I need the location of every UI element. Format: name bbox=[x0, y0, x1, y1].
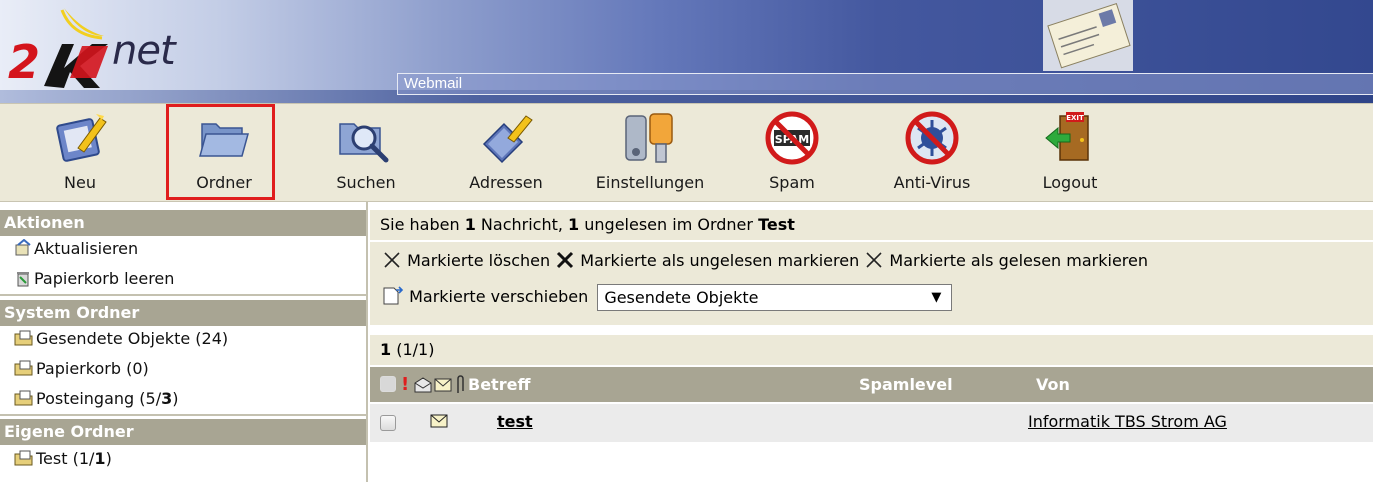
compose-icon bbox=[56, 114, 107, 162]
message-subject-link[interactable]: test bbox=[497, 412, 533, 431]
toolbar-button-settings[interactable]: Einstellungen bbox=[580, 104, 720, 201]
select-all-checkbox[interactable] bbox=[380, 376, 396, 392]
message-list-panel: Sie haben 1 Nachricht, 1 ungelesen im Or… bbox=[370, 202, 1373, 482]
selected-highlight bbox=[166, 104, 275, 200]
logo-text: net bbox=[112, 28, 176, 74]
sidebar: Aktionen Aktualisieren Papierkorb leeren… bbox=[0, 202, 368, 482]
antivirus-icon bbox=[905, 111, 959, 165]
toolbar-button-logout[interactable]: EXIT Logout bbox=[1030, 104, 1110, 201]
mail-folder-icon bbox=[14, 390, 33, 406]
search-icon bbox=[339, 123, 389, 163]
chevron-down-icon: ▼ bbox=[931, 290, 942, 305]
mark-unread-link[interactable]: Markierte als ungelesen markieren bbox=[555, 251, 864, 270]
unread-envelope-icon bbox=[430, 414, 448, 428]
message-count: 1 bbox=[464, 215, 476, 234]
sidebar-section-own-folders: Eigene Ordner bbox=[0, 419, 366, 445]
folder-name: Gesendete Objekte bbox=[36, 329, 191, 348]
sidebar-action-refresh[interactable]: Aktualisieren bbox=[14, 238, 138, 260]
toolbar-label: Suchen bbox=[336, 173, 396, 192]
folder-name: Posteingang bbox=[36, 389, 135, 408]
priority-icon[interactable]: ! bbox=[401, 367, 409, 402]
folder-count: (5/3) bbox=[139, 389, 179, 408]
toolbar-button-addresses[interactable]: Adressen bbox=[456, 104, 556, 201]
svg-text:2: 2 bbox=[8, 35, 40, 89]
trash-icon bbox=[17, 272, 29, 287]
message-list-header: ! Betreff Spamlevel Von bbox=[370, 367, 1373, 402]
message-row[interactable]: test Informatik TBS Strom AG bbox=[370, 404, 1373, 442]
sidebar-section-actions: Aktionen bbox=[0, 210, 366, 236]
close-icon bbox=[557, 251, 574, 269]
close-icon bbox=[384, 252, 400, 268]
main-toolbar: Neu Ordner Suchen Adressen Einstellungen… bbox=[0, 103, 1373, 202]
bulk-actions-row: Markierte löschen Markierte als ungelese… bbox=[382, 250, 1148, 270]
mail-folder-icon bbox=[14, 330, 33, 346]
address-book-icon bbox=[482, 115, 533, 164]
sidebar-action-empty-trash[interactable]: Papierkorb leeren bbox=[14, 268, 174, 290]
folder-count: (24) bbox=[195, 329, 229, 348]
toolbar-label: Adressen bbox=[469, 173, 543, 192]
bulk-actions-box: Markierte löschen Markierte als ungelese… bbox=[370, 242, 1373, 325]
sidebar-section-system-folders: System Ordner bbox=[0, 300, 366, 326]
mark-read-link[interactable]: Markierte als gelesen markieren bbox=[864, 251, 1148, 270]
column-spamlevel[interactable]: Spamlevel bbox=[859, 367, 953, 402]
toolbar-label: Logout bbox=[1042, 173, 1098, 192]
toolbar-label: Neu bbox=[64, 173, 96, 192]
folder-name: Papierkorb bbox=[36, 359, 121, 378]
folder-status-bar: Sie haben 1 Nachricht, 1 ungelesen im Or… bbox=[370, 210, 1373, 240]
svg-text:EXIT: EXIT bbox=[1066, 114, 1084, 122]
toolbar-button-spam[interactable]: SPAM Spam bbox=[752, 104, 832, 201]
folder-count: (0) bbox=[126, 359, 149, 378]
message-sender-link[interactable]: Informatik TBS Strom AG bbox=[1028, 412, 1227, 431]
mail-folder-icon bbox=[14, 450, 33, 466]
section-title-box bbox=[397, 73, 1373, 95]
sidebar-folder-inbox[interactable]: Posteingang (5/3) bbox=[14, 388, 178, 410]
column-subject[interactable]: Betreff bbox=[468, 367, 530, 402]
toolbar-button-antivirus[interactable]: Anti-Virus bbox=[872, 104, 992, 201]
move-target-select[interactable]: Gesendete Objekte ▼ bbox=[597, 284, 953, 311]
sidebar-action-label: Papierkorb leeren bbox=[34, 269, 175, 288]
current-page[interactable]: 1 bbox=[380, 340, 391, 359]
attachment-icon[interactable] bbox=[455, 375, 465, 395]
toolbar-button-new[interactable]: Neu bbox=[40, 104, 120, 201]
toolbar-button-search[interactable]: Suchen bbox=[326, 104, 406, 201]
read-status-icon[interactable] bbox=[414, 377, 432, 393]
page-range: (1/1) bbox=[396, 340, 435, 359]
mail-folder-icon bbox=[14, 360, 33, 376]
envelope-icon[interactable] bbox=[434, 377, 452, 393]
folder-count: (1/1) bbox=[72, 449, 112, 468]
close-icon bbox=[866, 252, 882, 268]
spam-icon: SPAM bbox=[765, 111, 819, 165]
folder-name: Test bbox=[36, 449, 68, 468]
move-folder-icon bbox=[383, 286, 404, 305]
current-folder-name: Test bbox=[758, 215, 795, 234]
section-title: Webmail bbox=[404, 75, 463, 92]
unread-count: 1 bbox=[568, 215, 580, 234]
refresh-icon bbox=[15, 238, 31, 256]
toolbar-label: Einstellungen bbox=[595, 173, 705, 192]
toolbar-label: Anti-Virus bbox=[893, 173, 971, 192]
header-banner: 2 net Webmail bbox=[0, 0, 1373, 103]
message-checkbox[interactable] bbox=[380, 415, 396, 431]
delete-marked-link[interactable]: Markierte löschen bbox=[382, 251, 555, 270]
logout-icon: EXIT bbox=[1045, 112, 1089, 161]
sidebar-folder-trash[interactable]: Papierkorb (0) bbox=[14, 358, 149, 380]
sidebar-folder-test[interactable]: Test (1/1) bbox=[14, 448, 112, 470]
sidebar-folder-sent[interactable]: Gesendete Objekte (24) bbox=[14, 328, 228, 350]
sidebar-divider bbox=[0, 294, 366, 296]
move-marked-label[interactable]: Markierte verschieben bbox=[409, 287, 588, 306]
column-from[interactable]: Von bbox=[1036, 367, 1070, 402]
move-row: Markierte verschieben Gesendete Objekte … bbox=[382, 284, 953, 311]
sidebar-action-label: Aktualisieren bbox=[34, 239, 139, 258]
postcard-icon bbox=[1043, 0, 1133, 71]
sidebar-divider bbox=[0, 414, 366, 416]
pagination: 1 (1/1) bbox=[370, 335, 1373, 365]
toolbar-label: Spam bbox=[769, 173, 815, 192]
settings-icon bbox=[625, 113, 673, 163]
